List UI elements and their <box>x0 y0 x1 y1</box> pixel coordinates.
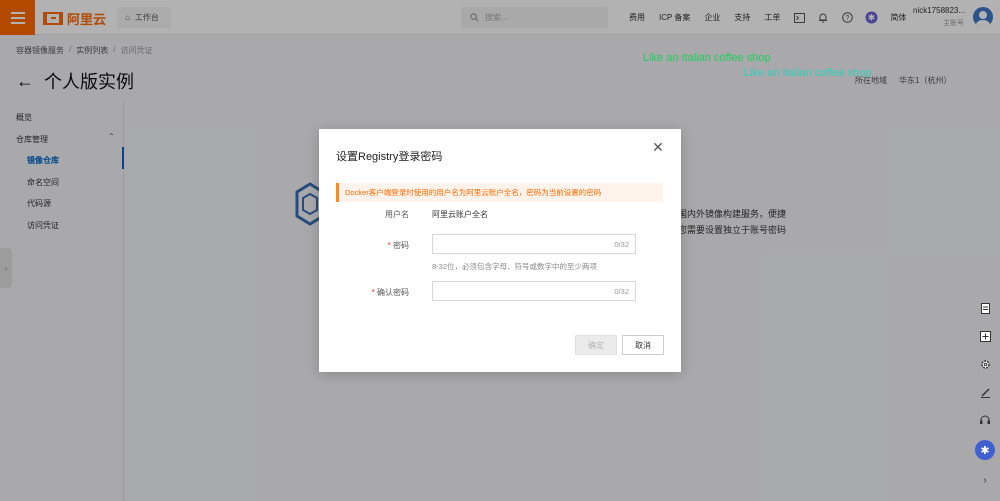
customer-service-icon[interactable] <box>974 412 996 428</box>
dialog-title: 设置Registry登录密码 <box>336 151 443 163</box>
chevron-right-icon[interactable]: › <box>974 472 996 488</box>
watermark-text: Like an Italian coffee shop <box>643 52 771 64</box>
code-icon[interactable] <box>974 328 996 344</box>
confirm-button[interactable]: 确定 <box>575 335 617 355</box>
ai-assistant-icon[interactable]: ✱ <box>975 440 995 460</box>
username-value: 阿里云账户全名 <box>432 210 488 219</box>
password-char-counter: 0/32 <box>614 240 629 249</box>
password-hint: 8-32位，必须包含字母、符号或数字中的至少两项 <box>432 262 598 271</box>
password-label: * 密码 <box>319 240 409 251</box>
confirm-password-field[interactable]: 0/32 <box>432 281 636 301</box>
cancel-button[interactable]: 取消 <box>622 335 664 355</box>
confirm-char-counter: 0/32 <box>614 287 629 296</box>
watermark-text: Like an Italian coffee shop <box>744 67 872 79</box>
confirm-label-text: 确认密码 <box>377 288 409 297</box>
right-toolbar: ✱ › <box>970 300 1000 488</box>
edit-icon[interactable] <box>974 384 996 400</box>
info-alert: Docker客户端登录时使用的用户名为阿里云账户全名，密码为当前设置的密码 <box>336 183 663 202</box>
settings-gear-icon[interactable] <box>974 356 996 372</box>
password-dialog: 设置Registry登录密码 ✕ Docker客户端登录时使用的用户名为阿里云账… <box>319 129 681 372</box>
password-field[interactable]: 0/32 <box>432 234 636 254</box>
close-icon[interactable]: ✕ <box>651 140 665 154</box>
document-icon[interactable] <box>974 300 996 316</box>
confirm-password-label: * 确认密码 <box>319 287 409 298</box>
username-label: 用户名 <box>385 210 409 219</box>
password-label-text: 密码 <box>393 241 409 250</box>
